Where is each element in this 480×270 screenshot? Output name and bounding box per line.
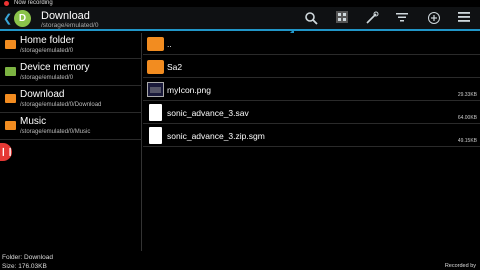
grid-icon[interactable] — [334, 11, 350, 27]
sidebar-item-label: Device memory — [20, 62, 90, 73]
folder-info: Folder: Download — [2, 254, 53, 261]
sidebar-item-home-folder[interactable]: Home folder /storage/emulated/0 — [0, 33, 142, 59]
sidebar: Home folder /storage/emulated/0 Device m… — [0, 33, 142, 251]
page-subtitle: /storage/emulated/0 — [41, 22, 99, 29]
file-list: .. Sa2 myIcon.png 29.33KB sonic_advance_… — [143, 33, 480, 251]
file-row-parent[interactable]: .. — [143, 33, 480, 55]
file-row-sa2[interactable]: Sa2 — [143, 56, 480, 78]
document-icon — [149, 127, 162, 144]
status-bar: Now recording — [0, 0, 480, 7]
menu-icon[interactable] — [456, 11, 472, 27]
file-name: sonic_advance_3.sav — [167, 108, 249, 118]
sidebar-item-path: /storage/emulated/0/Music — [20, 129, 91, 135]
sidebar-item-path: /storage/emulated/0/Download — [20, 102, 102, 108]
sort-icon[interactable] — [394, 11, 410, 27]
device-memory-icon — [5, 67, 16, 76]
tools-icon[interactable] — [364, 11, 380, 27]
document-icon — [149, 104, 162, 121]
sidebar-item-label: Home folder — [20, 35, 75, 46]
folder-icon — [147, 60, 164, 74]
file-row-myicon[interactable]: myIcon.png 29.33KB — [143, 79, 480, 101]
status-text: Now recording — [14, 0, 53, 6]
page-title: Download — [41, 10, 90, 22]
sidebar-item-path: /storage/emulated/0 — [20, 48, 74, 54]
back-icon[interactable]: ❮ — [3, 13, 12, 25]
sidebar-item-path: /storage/emulated/0 — [20, 75, 74, 81]
action-bar: ❮ D Download /storage/emulated/0 — [0, 7, 480, 33]
file-name: Sa2 — [167, 62, 183, 72]
recording-icon — [4, 1, 9, 6]
file-name: sonic_advance_3.zip.sgm — [167, 131, 265, 141]
sidebar-item-device-memory[interactable]: Device memory /storage/emulated/0 — [0, 60, 142, 86]
file-row-sav[interactable]: sonic_advance_3.sav 64.00KB — [143, 102, 480, 124]
add-icon[interactable] — [426, 11, 442, 27]
folder-icon — [5, 40, 16, 49]
sidebar-item-label: Music — [20, 116, 47, 127]
footer-status: Folder: Download Size: 176.03KB Recorded… — [0, 251, 480, 270]
file-size: 49.15KB — [457, 138, 477, 144]
folder-icon — [5, 94, 16, 103]
file-row-zip[interactable]: sonic_advance_3.zip.sgm 49.15KB — [143, 125, 480, 147]
file-name: myIcon.png — [167, 85, 211, 95]
sidebar-item-label: Download — [20, 89, 65, 100]
folder-up-icon — [147, 37, 164, 51]
pause-icon: ❙❙ — [0, 147, 14, 156]
recorded-by-watermark: Recorded by — [444, 263, 476, 269]
file-size: 29.33KB — [457, 92, 477, 98]
sidebar-item-download[interactable]: Download /storage/emulated/0/Download — [0, 87, 142, 113]
search-icon[interactable] — [303, 11, 319, 27]
image-file-icon — [147, 82, 164, 97]
folder-icon — [5, 121, 16, 130]
size-info: Size: 176.03KB — [2, 263, 47, 270]
file-size: 64.00KB — [457, 115, 477, 121]
sidebar-item-music[interactable]: Music /storage/emulated/0/Music — [0, 114, 142, 140]
app-icon[interactable]: D — [14, 10, 31, 27]
file-name: .. — [167, 39, 172, 49]
